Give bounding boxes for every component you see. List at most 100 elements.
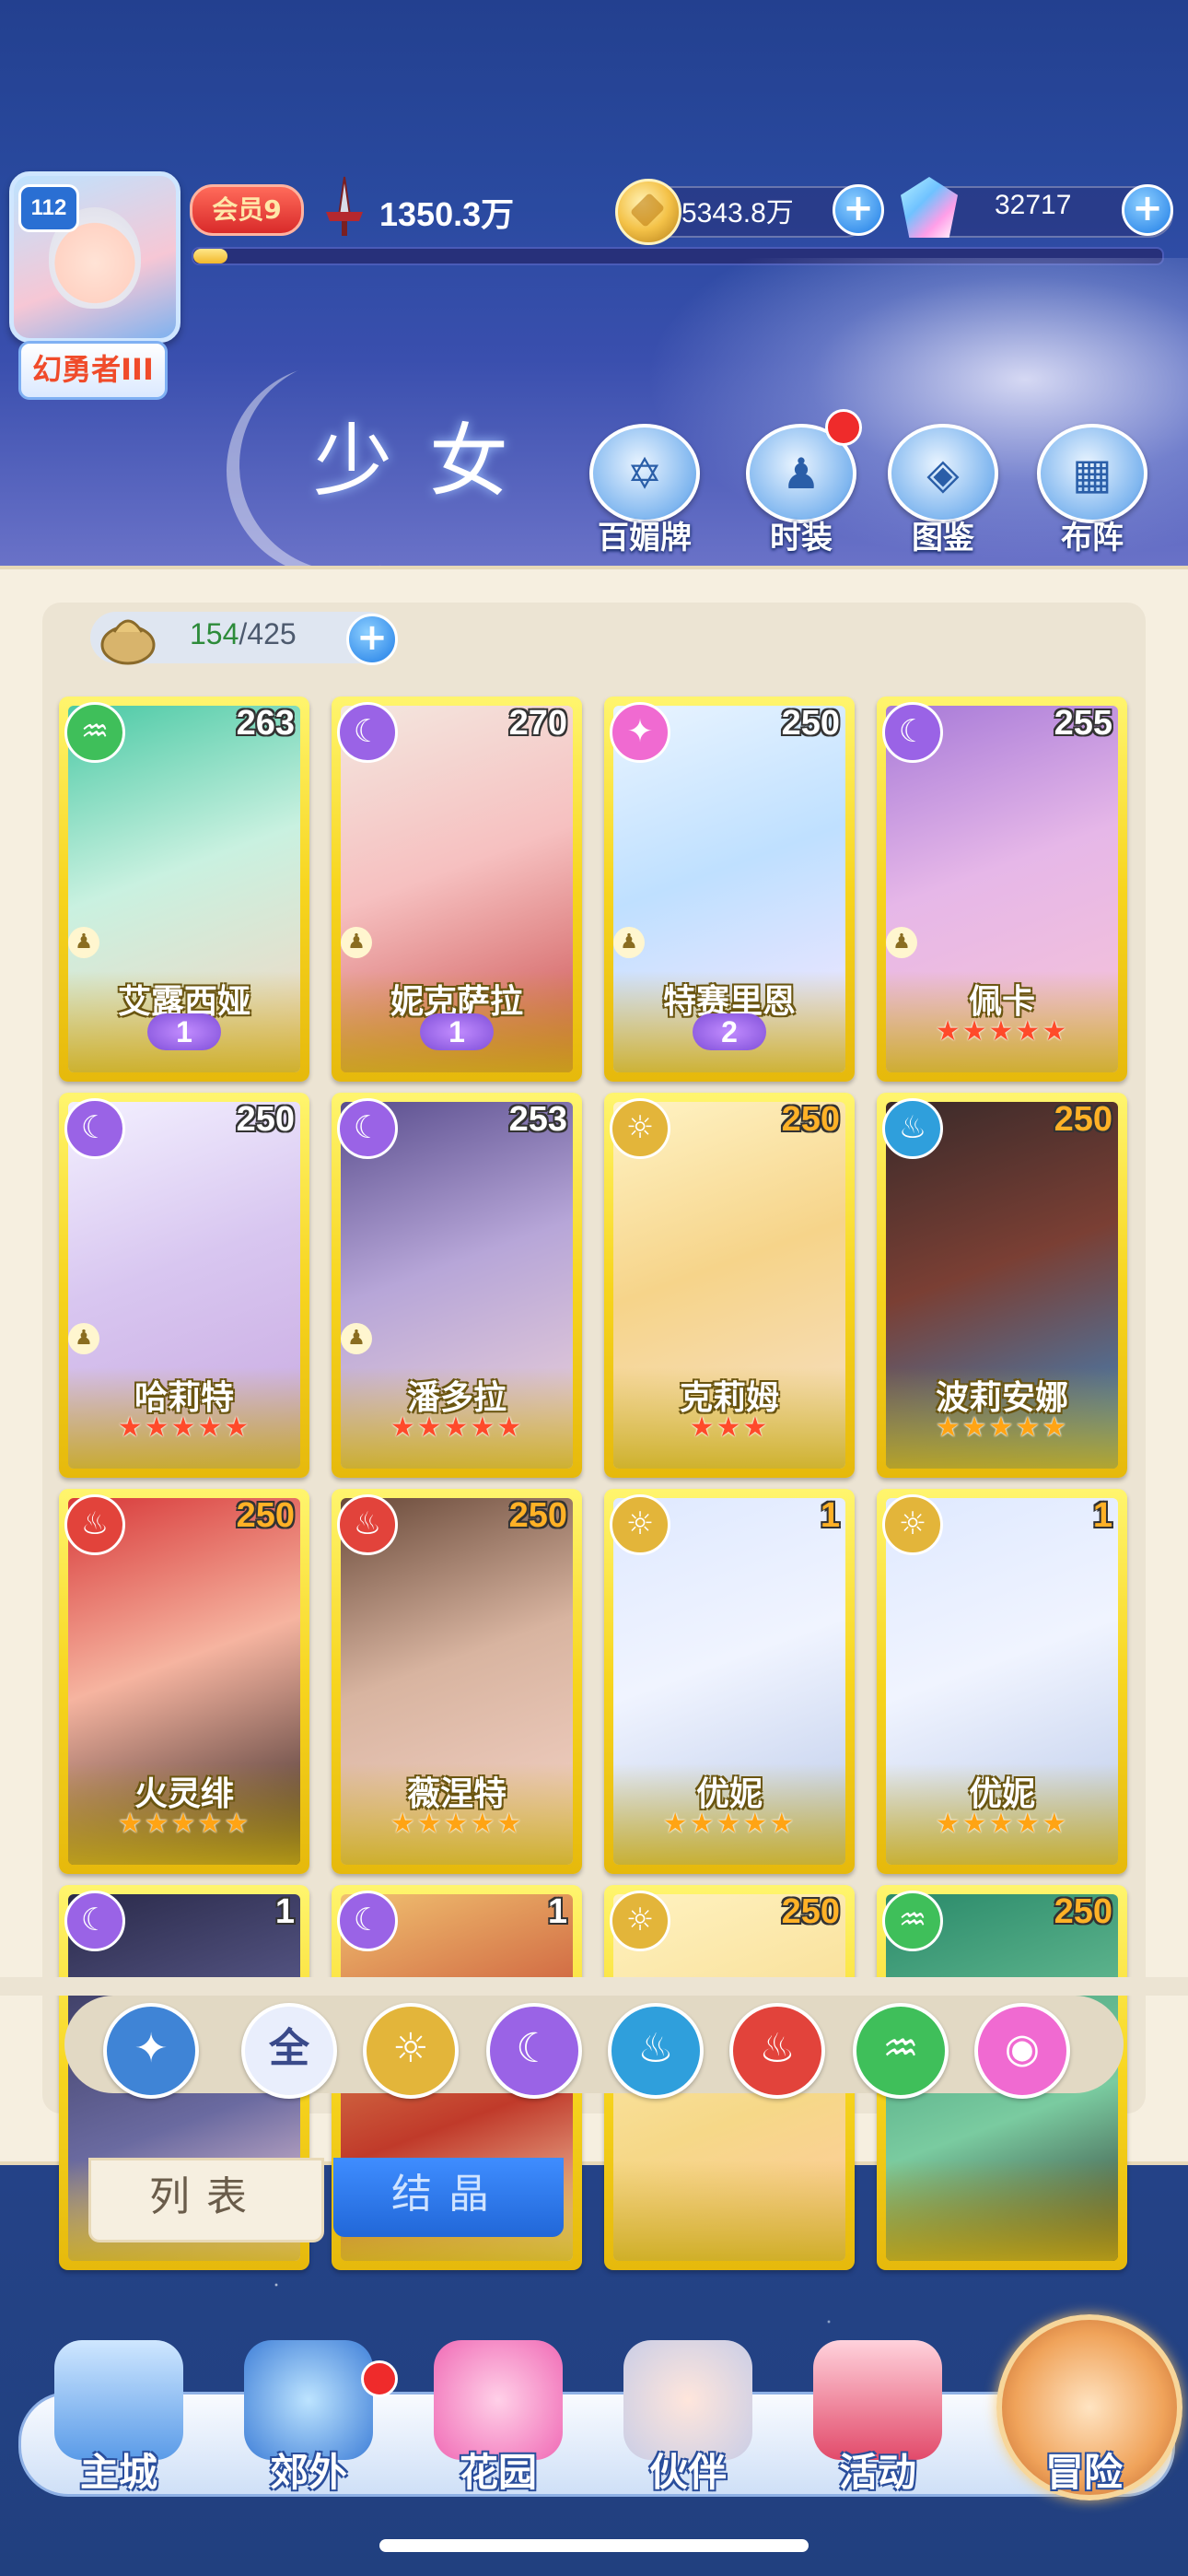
nav-label: 花园 bbox=[459, 2450, 537, 2495]
tab-list[interactable]: 列表 bbox=[88, 2158, 324, 2242]
hero-button-label: 布阵 bbox=[1061, 520, 1124, 556]
moon-element-icon: ☾ bbox=[64, 1891, 125, 1951]
partner-card[interactable]: ☾ 270 ♟ 妮克萨拉 1 bbox=[332, 697, 582, 1082]
partner-card[interactable]: ♨ 250 薇涅特 ★★★★★ bbox=[332, 1489, 582, 1874]
moon-element-icon: ☾ bbox=[337, 1098, 398, 1159]
nav-adventure[interactable]: 冒险 bbox=[1006, 2340, 1162, 2497]
partner-level: 250 bbox=[1054, 1892, 1112, 1931]
gold-coin-icon bbox=[615, 179, 681, 245]
nav-events[interactable]: 活动 bbox=[799, 2340, 956, 2497]
partner-card[interactable]: ☼ 1 优妮 ★★★★★ bbox=[877, 1489, 1127, 1874]
card-deck-icon: ✡ bbox=[589, 424, 700, 523]
partner-card[interactable]: ☾ 253 ♟ 潘多拉 ★★★★★ bbox=[332, 1093, 582, 1478]
hero-button-label: 时装 bbox=[770, 520, 833, 556]
star-rating: ★★★★★ bbox=[59, 1411, 309, 1478]
partner-card[interactable]: ☾ 255 ♟ 佩卡 ★★★★★ bbox=[877, 697, 1127, 1082]
awaken-wing-badge: 1 bbox=[420, 1013, 494, 1050]
partner-card[interactable]: ☾ 250 ♟ 哈莉特 ★★★★★ bbox=[59, 1093, 309, 1478]
notification-dot bbox=[361, 2360, 398, 2397]
water-element-icon: ♨ bbox=[882, 1098, 943, 1159]
gold-value: 5343.8万 bbox=[681, 198, 794, 228]
nav-label: 活动 bbox=[838, 2450, 916, 2495]
page-root: 112 幻勇者III 会员9 1350.3万 5343.8万 + 32717 +… bbox=[0, 0, 1188, 2576]
inventory-max: 425 bbox=[247, 617, 297, 650]
nav-outskirts[interactable]: 郊外 bbox=[230, 2340, 387, 2497]
filter-all-button[interactable]: 全 bbox=[241, 2003, 337, 2099]
partner-level: 270 bbox=[508, 704, 567, 743]
moon-element-icon: ☾ bbox=[337, 1891, 398, 1951]
star-rating: ★★★★★ bbox=[877, 1808, 1127, 1874]
partner-card[interactable]: ☼ 250 克莉姆 ★★★ bbox=[604, 1093, 855, 1478]
player-title-badge[interactable]: 幻勇者III bbox=[18, 341, 168, 400]
partner-level: 263 bbox=[236, 704, 295, 743]
tab-crystal[interactable]: 结晶 bbox=[333, 2158, 564, 2237]
formation-grid-icon: ▦ bbox=[1037, 424, 1147, 523]
partner-card[interactable]: ☼ 1 优妮 ★★★★★ bbox=[604, 1489, 855, 1874]
hero-button-label: 图鉴 bbox=[912, 520, 974, 556]
inventory-count: 154/425 bbox=[190, 617, 297, 650]
element-filter-bar bbox=[64, 1996, 1124, 2093]
star-rating: ★★★★★ bbox=[332, 1411, 582, 1478]
hero-button-formation[interactable]: ▦ 布阵 bbox=[1037, 424, 1147, 557]
power-value: 1350.3万 bbox=[379, 195, 515, 233]
star-element-icon: ✦ bbox=[610, 702, 670, 763]
partner-level: 250 bbox=[508, 1496, 567, 1535]
vip-badge[interactable]: 会员9 bbox=[190, 184, 304, 236]
partner-level: 253 bbox=[508, 1100, 567, 1139]
add-gem-button[interactable]: + bbox=[1122, 184, 1173, 236]
sun-element-icon: ☼ bbox=[610, 1494, 670, 1555]
nav-main-city[interactable]: 主城 bbox=[41, 2340, 197, 2497]
fire-element-icon: ♨ bbox=[64, 1494, 125, 1555]
filter-moon-element-button[interactable]: ☾ bbox=[486, 2003, 582, 2099]
filter-star-element-button[interactable]: ◉ bbox=[974, 2003, 1070, 2099]
bag-icon bbox=[100, 619, 156, 665]
grid-clip-edge bbox=[0, 1977, 1188, 1996]
hero-button-label: 百媚牌 bbox=[598, 520, 692, 556]
hero-button-codex[interactable]: ◈ 图鉴 bbox=[888, 424, 998, 557]
sun-element-icon: ☼ bbox=[882, 1494, 943, 1555]
inventory-current: 154 bbox=[190, 617, 239, 650]
filter-fire-element-button[interactable]: ♨ bbox=[729, 2003, 825, 2099]
star-rating: ★★★★★ bbox=[332, 1808, 582, 1874]
expand-inventory-button[interactable]: + bbox=[346, 614, 398, 665]
filter-water-element-button[interactable]: ♨ bbox=[608, 2003, 704, 2099]
partner-card[interactable]: ♨ 250 波莉安娜 ★★★★★ bbox=[877, 1093, 1127, 1478]
star-rating: ★★★★★ bbox=[877, 1015, 1127, 1082]
pawn-icon: ♟ bbox=[886, 927, 917, 958]
star-rating: ★★★★★ bbox=[59, 1808, 309, 1874]
sun-element-icon: ☼ bbox=[610, 1891, 670, 1951]
nav-label: 主城 bbox=[79, 2450, 157, 2495]
home-indicator[interactable] bbox=[379, 2539, 809, 2552]
pawn-icon: ♟ bbox=[341, 927, 372, 958]
partner-level: 250 bbox=[781, 1892, 840, 1931]
filter-sun-element-button[interactable]: ☼ bbox=[363, 2003, 459, 2099]
sword-power-icon bbox=[326, 176, 363, 236]
wind-element-icon: ♒ bbox=[882, 1891, 943, 1951]
awaken-wing-badge: 1 bbox=[147, 1013, 221, 1050]
partner-level: 1 bbox=[820, 1496, 840, 1535]
partner-level: 1 bbox=[1092, 1496, 1112, 1535]
partner-level: 250 bbox=[236, 1496, 295, 1535]
wind-element-icon: ♒ bbox=[882, 2025, 919, 2072]
star-element-icon: ◉ bbox=[1004, 2025, 1041, 2072]
water-element-icon: ♨ bbox=[637, 2025, 674, 2072]
moon-element-icon: ☾ bbox=[64, 1098, 125, 1159]
nav-partner[interactable]: 伙伴 bbox=[610, 2340, 766, 2497]
pawn-icon: ♟ bbox=[68, 927, 99, 958]
moon-element-icon: ☾ bbox=[882, 702, 943, 763]
filter-compass-star-button[interactable]: ✦ bbox=[103, 2003, 199, 2099]
filter-wind-element-button[interactable]: ♒ bbox=[853, 2003, 949, 2099]
add-gold-button[interactable]: + bbox=[833, 184, 884, 236]
hero-button-deck[interactable]: ✡ 百媚牌 bbox=[589, 424, 700, 557]
star-rating: ★★★★★ bbox=[877, 1411, 1127, 1478]
nav-label: 冒险 bbox=[1044, 2450, 1123, 2495]
partner-level: 250 bbox=[781, 1100, 840, 1139]
partner-card[interactable]: ♒ 263 ♟ 艾露西娅 1 bbox=[59, 697, 309, 1082]
partner-card[interactable]: ♨ 250 火灵绯 ★★★★★ bbox=[59, 1489, 309, 1874]
star-rating: ★★★ bbox=[604, 1411, 855, 1478]
star-rating: ★★★★★ bbox=[604, 1808, 855, 1874]
partner-card[interactable]: ✦ 250 ♟ 特赛里恩 2 bbox=[604, 697, 855, 1082]
nav-garden[interactable]: 花园 bbox=[420, 2340, 577, 2497]
gem-value: 32717 bbox=[995, 190, 1072, 220]
partner-level: 1 bbox=[547, 1892, 567, 1931]
